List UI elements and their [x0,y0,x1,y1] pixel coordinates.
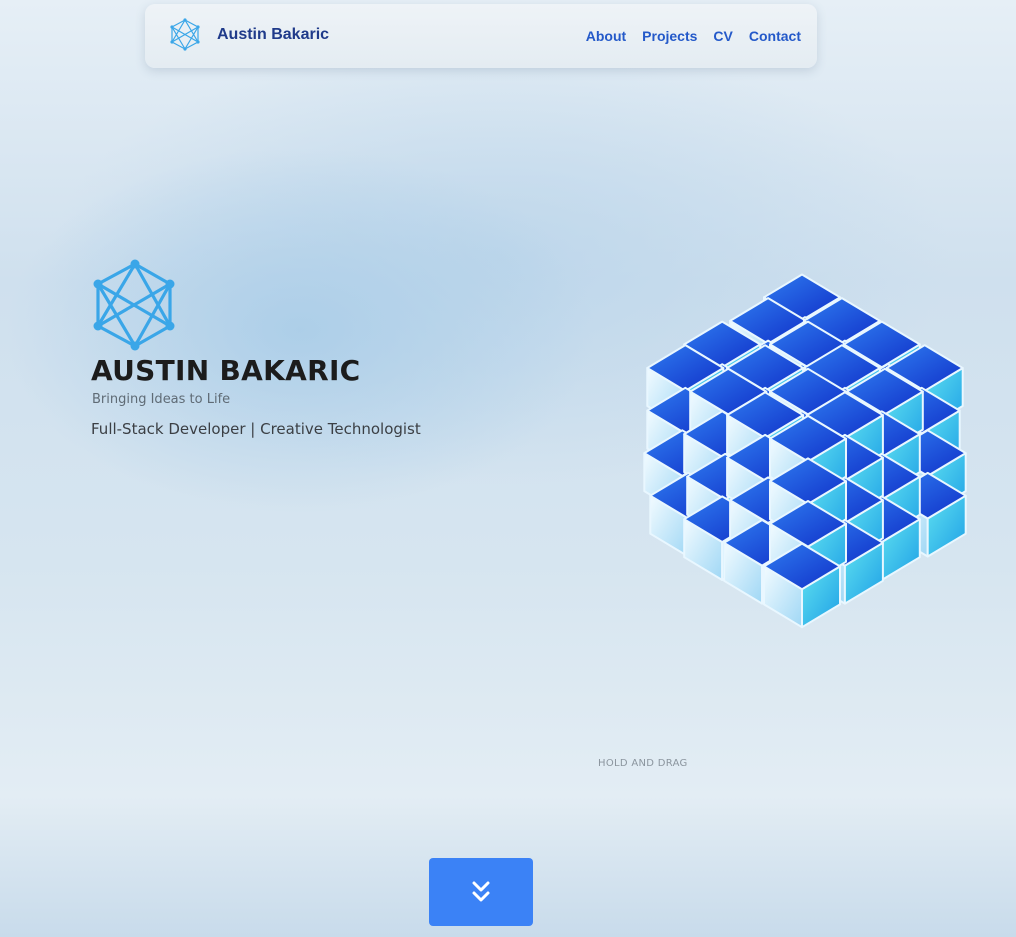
scroll-down-button[interactable] [429,858,533,926]
nav-link-about[interactable]: About [586,28,626,44]
nav-link-contact[interactable]: Contact [749,28,801,44]
navbar: Austin Bakaric About Projects CV Contact [145,4,817,68]
nav-link-projects[interactable]: Projects [642,28,697,44]
nav-link-cv[interactable]: CV [713,28,732,44]
brand-name: Austin Bakaric [217,26,330,43]
network-polyhedron-icon [93,259,175,351]
hero-title: AUSTIN BAKARIC [91,354,361,387]
hero-role: Full-Stack Developer | Creative Technolo… [91,420,421,438]
cube-cluster-canvas[interactable] [555,190,1016,840]
drag-hint: HOLD AND DRAG [598,758,688,769]
cube-cluster-graphic [643,273,967,629]
brand[interactable]: Austin Bakaric [169,18,329,52]
double-chevron-down-icon [472,881,490,902]
hero-tagline: Bringing Ideas to Life [92,392,231,407]
network-polyhedron-icon [170,18,200,51]
nav-links: About Projects CV Contact [586,4,801,68]
